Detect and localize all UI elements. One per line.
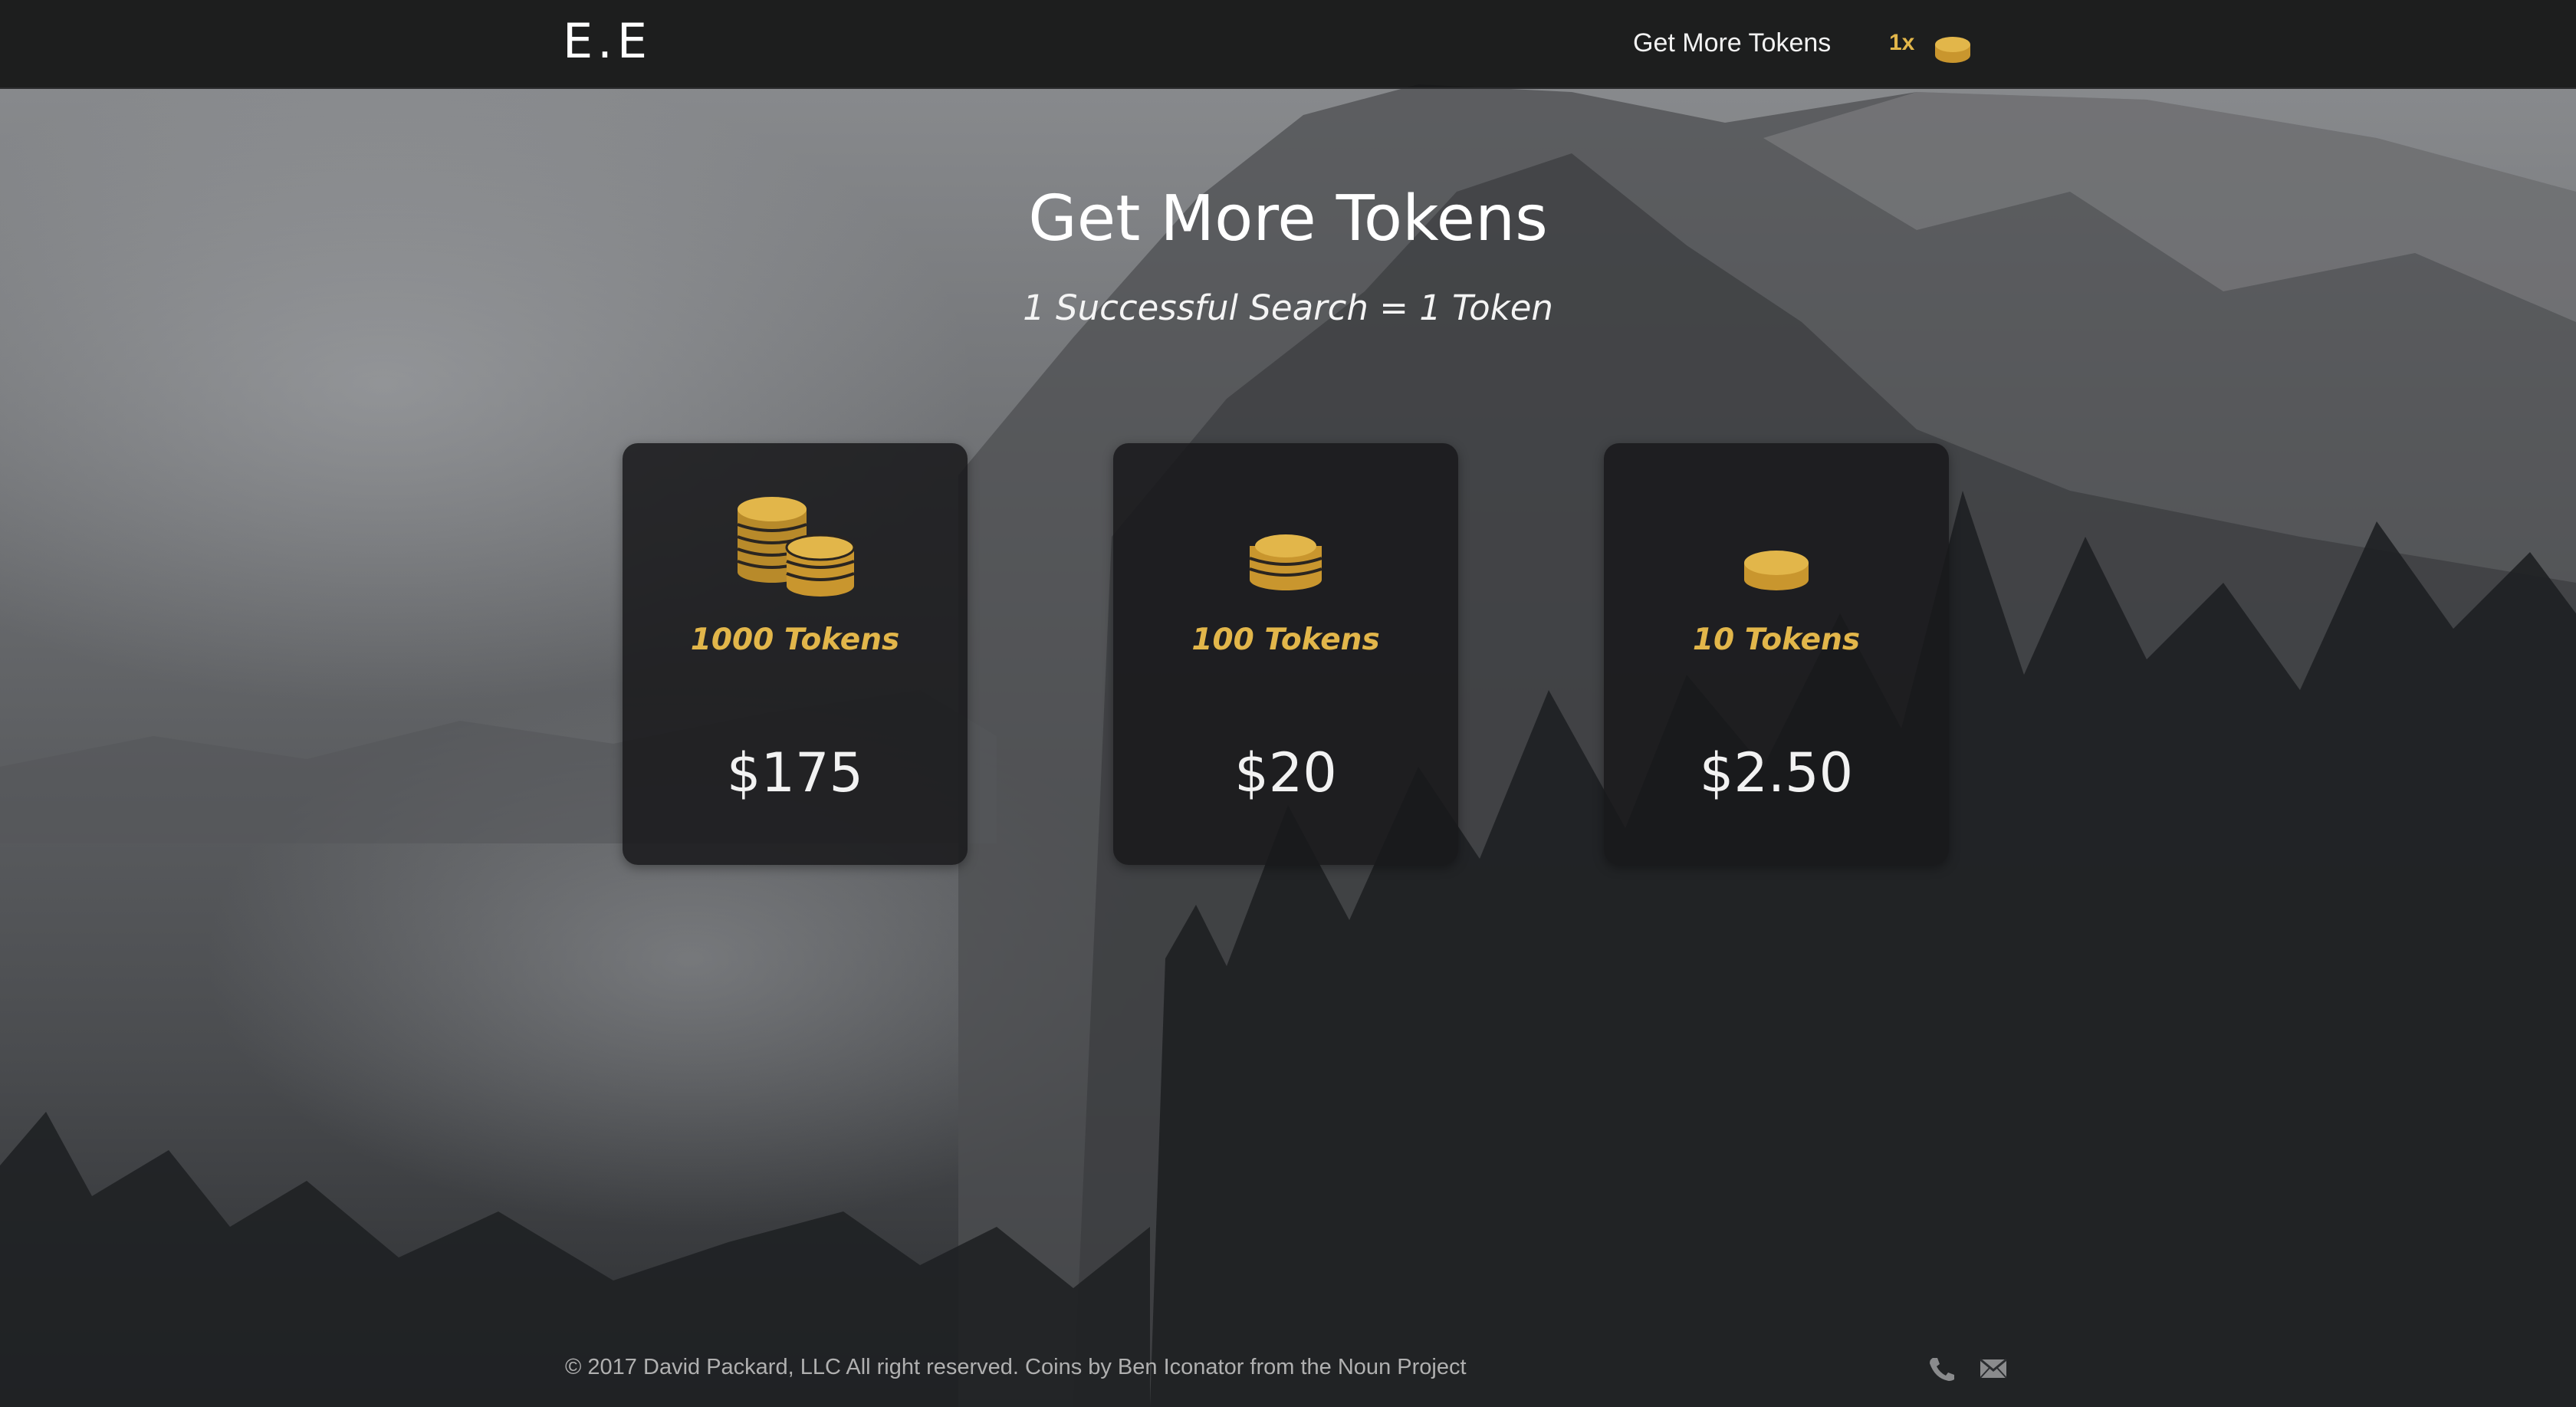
package-card-100-tokens[interactable]: 100 Tokens $20	[1113, 443, 1458, 865]
footer-copyright: © 2017 David Packard, LLC All right rese…	[565, 1355, 1467, 1379]
top-navbar: E.E Get More Tokens 1x	[0, 0, 2576, 89]
package-name: 1000 Tokens	[690, 623, 900, 657]
brand-logo[interactable]: E.E	[563, 17, 652, 66]
package-price: $20	[1234, 741, 1337, 804]
coin-icon	[1744, 551, 1809, 590]
coin-stack-icon	[1249, 534, 1322, 590]
page-subtitle: 1 Successful Search = 1 Token	[1023, 288, 1553, 328]
coin-stacks-icon	[737, 497, 856, 597]
package-price: $2.50	[1699, 741, 1854, 804]
package-card-10-tokens[interactable]: 10 Tokens $2.50	[1604, 443, 1949, 865]
token-count: 1x	[1889, 30, 1915, 55]
get-more-tokens-link[interactable]: Get More Tokens	[1633, 28, 1831, 58]
phone-icon[interactable]	[1926, 1356, 1957, 1382]
package-price: $175	[726, 741, 864, 804]
page-title: Get More Tokens	[1028, 182, 1548, 255]
package-name: 100 Tokens	[1191, 623, 1380, 657]
mail-icon[interactable]	[1978, 1356, 2009, 1382]
package-name: 10 Tokens	[1692, 623, 1861, 657]
coin-icon	[1935, 37, 1970, 63]
package-card-1000-tokens[interactable]: 1000 Tokens $175	[623, 443, 968, 865]
